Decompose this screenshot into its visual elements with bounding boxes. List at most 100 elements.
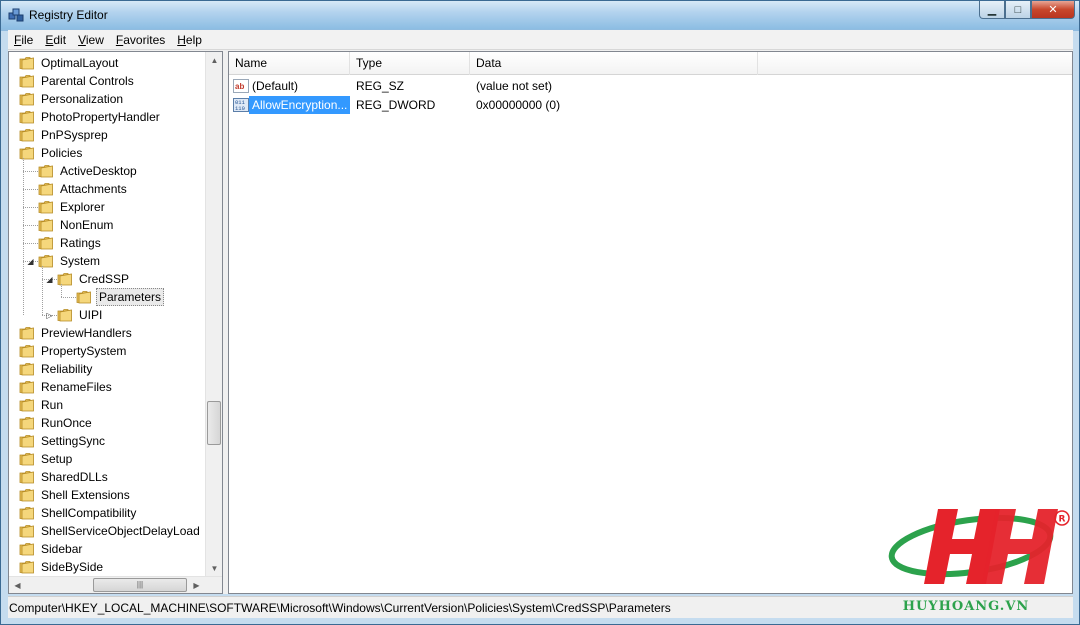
tree-item[interactable]: RenameFiles: [9, 378, 206, 396]
tree-item-label: Personalization: [41, 92, 124, 106]
value-row[interactable]: ab (Default) REG_SZ (value not set): [229, 77, 1072, 95]
tree-item[interactable]: PreviewHandlers: [9, 324, 206, 342]
tree-item-label: System: [60, 254, 101, 268]
value-data: 0x00000000 (0): [476, 98, 561, 112]
tree-item[interactable]: Sidebar: [9, 540, 206, 558]
watermark-text: HUYHOANG.VN: [902, 599, 1030, 614]
tree-item[interactable]: PropertySystem: [9, 342, 206, 360]
tree-item[interactable]: Parental Controls: [9, 72, 206, 90]
tree-item-label: Parameters: [96, 288, 165, 306]
tree-item[interactable]: Reliability: [9, 360, 206, 378]
current-key-path: Computer\HKEY_LOCAL_MACHINE\SOFTWARE\Mic…: [9, 601, 671, 615]
binary-value-icon: 011 110: [233, 98, 249, 112]
tree-item[interactable]: ◢ CredSSP: [9, 270, 206, 288]
menu-help-label: Help: [177, 32, 202, 47]
tree-item[interactable]: Ratings: [9, 234, 206, 252]
menu-bar: File Edit View Favorites Help: [8, 30, 1073, 50]
tree-item[interactable]: ◢ System: [9, 252, 206, 270]
menu-file[interactable]: File: [8, 33, 39, 47]
folder-icon: [19, 381, 34, 394]
folder-icon: [19, 417, 34, 430]
tree-item-label: UIPI: [79, 308, 103, 322]
tree-item[interactable]: SharedDLLs: [9, 468, 206, 486]
tree-item-label: RenameFiles: [41, 380, 112, 394]
tree-item[interactable]: RunOnce: [9, 414, 206, 432]
tree-item[interactable]: Policies: [9, 144, 206, 162]
tree-item[interactable]: SettingSync: [9, 432, 206, 450]
tree-item-label: CredSSP: [79, 272, 130, 286]
tree-item[interactable]: ActiveDesktop: [9, 162, 206, 180]
menu-edit[interactable]: Edit: [39, 33, 72, 47]
tree-item-label: ShellServiceObjectDelayLoad: [41, 524, 200, 538]
folder-icon: [19, 57, 34, 70]
folder-icon: [19, 543, 34, 556]
tree-item[interactable]: Run: [9, 396, 206, 414]
tree-item-label: SideBySide: [41, 560, 104, 574]
tree-item[interactable]: Explorer: [9, 198, 206, 216]
column-header-type[interactable]: Type: [350, 52, 470, 75]
folder-icon: [57, 309, 72, 322]
menu-favorites-label: Favorites: [115, 32, 166, 47]
menu-favorites[interactable]: Favorites: [110, 33, 171, 47]
tree-item[interactable]: Setup: [9, 450, 206, 468]
folder-icon: [19, 489, 34, 502]
tree-item[interactable]: Parameters: [9, 288, 206, 306]
key-tree-pane: OptimalLayout Parental Controls Personaliz…: [8, 51, 223, 594]
expanded-arrow-icon[interactable]: ◢: [45, 275, 54, 284]
folder-icon: [19, 345, 34, 358]
scroll-right-arrow-icon[interactable]: ▶: [188, 577, 205, 593]
registry-editor-window: Registry Editor ▁ □ ✕ File Edit View Fav…: [0, 0, 1080, 625]
folder-icon: [19, 327, 34, 340]
scroll-down-arrow-icon[interactable]: ▼: [206, 560, 222, 577]
tree-horizontal-scroll-thumb[interactable]: |||: [93, 578, 187, 592]
tree-item-label: ShellCompatibility: [41, 506, 137, 520]
tree-item[interactable]: Shell Extensions: [9, 486, 206, 504]
scroll-up-arrow-icon[interactable]: ▲: [206, 52, 222, 69]
close-button[interactable]: ✕: [1031, 1, 1075, 19]
tree-item[interactable]: PhotoPropertyHandler: [9, 108, 206, 126]
column-header-name[interactable]: Name: [229, 52, 350, 75]
tree-item[interactable]: NonEnum: [9, 216, 206, 234]
menu-help[interactable]: Help: [171, 33, 208, 47]
tree-item[interactable]: OptimalLayout: [9, 54, 206, 72]
tree-item[interactable]: Personalization: [9, 90, 206, 108]
tree-item-label: RunOnce: [41, 416, 92, 430]
minimize-button[interactable]: ▁: [979, 1, 1005, 19]
folder-icon: [38, 165, 53, 178]
scroll-left-arrow-icon[interactable]: ◀: [9, 577, 26, 593]
column-header-data[interactable]: Data: [470, 52, 758, 75]
folder-icon: [38, 237, 53, 250]
registry-editor-icon: [8, 8, 24, 22]
tree-item[interactable]: PnPSysprep: [9, 126, 206, 144]
tree-item-label: Setup: [41, 452, 73, 466]
folder-icon: [76, 291, 91, 304]
menu-view-label: View: [78, 32, 104, 47]
tree-item-label: NonEnum: [60, 218, 114, 232]
value-type: REG_DWORD: [356, 98, 436, 112]
value-row-selected[interactable]: 011 110 AllowEncryption... REG_DWORD 0x0…: [229, 96, 1072, 114]
tree-horizontal-scrollbar[interactable]: ◀ ||| ▶: [9, 576, 222, 593]
expanded-arrow-icon[interactable]: ◢: [26, 257, 35, 266]
tree-item[interactable]: Attachments: [9, 180, 206, 198]
folder-icon: [19, 453, 34, 466]
tree-item[interactable]: ShellServiceObjectDelayLoad: [9, 522, 206, 540]
value-name: (Default): [252, 79, 299, 93]
huyhoang-watermark-logo: R HUYHOANG.VN: [886, 504, 1076, 614]
value-name: AllowEncryption...: [249, 96, 351, 114]
maximize-icon: □: [1014, 3, 1022, 16]
tree-guide-line: [42, 266, 43, 315]
close-icon: ✕: [1048, 4, 1058, 16]
title-bar[interactable]: Registry Editor ▁ □ ✕: [1, 1, 1079, 29]
menu-file-label: File: [14, 32, 34, 47]
menu-view[interactable]: View: [72, 33, 110, 47]
tree-item[interactable]: ShellCompatibility: [9, 504, 206, 522]
tree-item[interactable]: ▷ UIPI: [9, 306, 206, 324]
tree-guide-line: [61, 284, 62, 297]
tree-item[interactable]: SideBySide: [9, 558, 206, 576]
window-title: Registry Editor: [29, 8, 108, 22]
tree-vertical-scroll-thumb[interactable]: [207, 401, 221, 445]
folder-icon: [19, 93, 34, 106]
maximize-button[interactable]: □: [1005, 1, 1031, 19]
tree-vertical-scrollbar[interactable]: ▲ ▼: [205, 52, 222, 577]
collapsed-arrow-icon[interactable]: ▷: [45, 311, 54, 320]
